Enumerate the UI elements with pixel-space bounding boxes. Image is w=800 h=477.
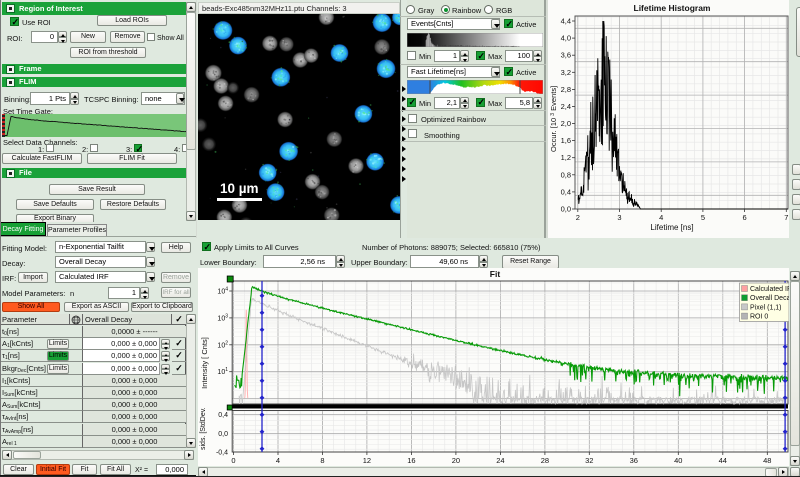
svg-text:16: 16 <box>407 456 415 465</box>
svg-text:5: 5 <box>701 213 705 222</box>
svg-text:3,6: 3,6 <box>561 51 571 60</box>
svg-text:Intensity [ Cnts]: Intensity [ Cnts] <box>200 337 209 389</box>
svg-text:8: 8 <box>320 456 324 465</box>
svg-text:103: 103 <box>217 313 228 322</box>
svg-text:1,6: 1,6 <box>561 136 571 145</box>
svg-text:101: 101 <box>217 367 228 376</box>
svg-text:-0,4: -0,4 <box>216 450 228 457</box>
svg-text:ROI 0: ROI 0 <box>750 314 768 321</box>
svg-text:Overall Decay: Overall Decay <box>750 295 789 302</box>
svg-text:24: 24 <box>496 456 504 465</box>
svg-text:0,0: 0,0 <box>218 431 228 438</box>
svg-text:3: 3 <box>617 213 621 222</box>
svg-text:44: 44 <box>719 456 727 465</box>
svg-text:Occur. [10 3 Events]: Occur. [10 3 Events] <box>549 86 558 152</box>
svg-text:36: 36 <box>630 456 638 465</box>
svg-text:Fit: Fit <box>490 269 501 279</box>
svg-text:0,4: 0,4 <box>218 412 228 419</box>
svg-text:2,0: 2,0 <box>561 119 571 128</box>
svg-text:3,2: 3,2 <box>561 68 571 77</box>
svg-text:40: 40 <box>674 456 682 465</box>
svg-text:28: 28 <box>541 456 549 465</box>
svg-text:Lifetime [ns]: Lifetime [ns] <box>650 223 693 232</box>
svg-text:0,0: 0,0 <box>561 205 571 214</box>
svg-text:Calculated IRF: Calculated IRF <box>750 286 789 293</box>
svg-text:4,4: 4,4 <box>561 17 571 26</box>
svg-text:0,4: 0,4 <box>561 187 571 196</box>
svg-text:2: 2 <box>576 213 580 222</box>
svg-text:Pixel (1,1): Pixel (1,1) <box>750 304 782 311</box>
svg-text:10 µm: 10 µm <box>220 181 259 196</box>
svg-text:102: 102 <box>217 340 228 349</box>
svg-text:Lifetime Histogram: Lifetime Histogram <box>634 3 711 13</box>
svg-text:20: 20 <box>452 456 460 465</box>
svg-text:7: 7 <box>784 213 788 222</box>
svg-text:12: 12 <box>363 456 371 465</box>
svg-text:1,2: 1,2 <box>561 153 571 162</box>
svg-text:2,4: 2,4 <box>561 102 571 111</box>
svg-text:sids. [StdDev.: sids. [StdDev. <box>200 407 207 450</box>
svg-text:6: 6 <box>743 213 747 222</box>
svg-text:0,8: 0,8 <box>561 170 571 179</box>
svg-text:48: 48 <box>763 456 771 465</box>
svg-text:104: 104 <box>217 287 228 296</box>
svg-text:4: 4 <box>276 456 280 465</box>
svg-text:2,8: 2,8 <box>561 85 571 94</box>
svg-text:32: 32 <box>585 456 593 465</box>
svg-text:4: 4 <box>659 213 663 222</box>
svg-text:0: 0 <box>231 456 235 465</box>
svg-text:4,0: 4,0 <box>561 34 571 43</box>
